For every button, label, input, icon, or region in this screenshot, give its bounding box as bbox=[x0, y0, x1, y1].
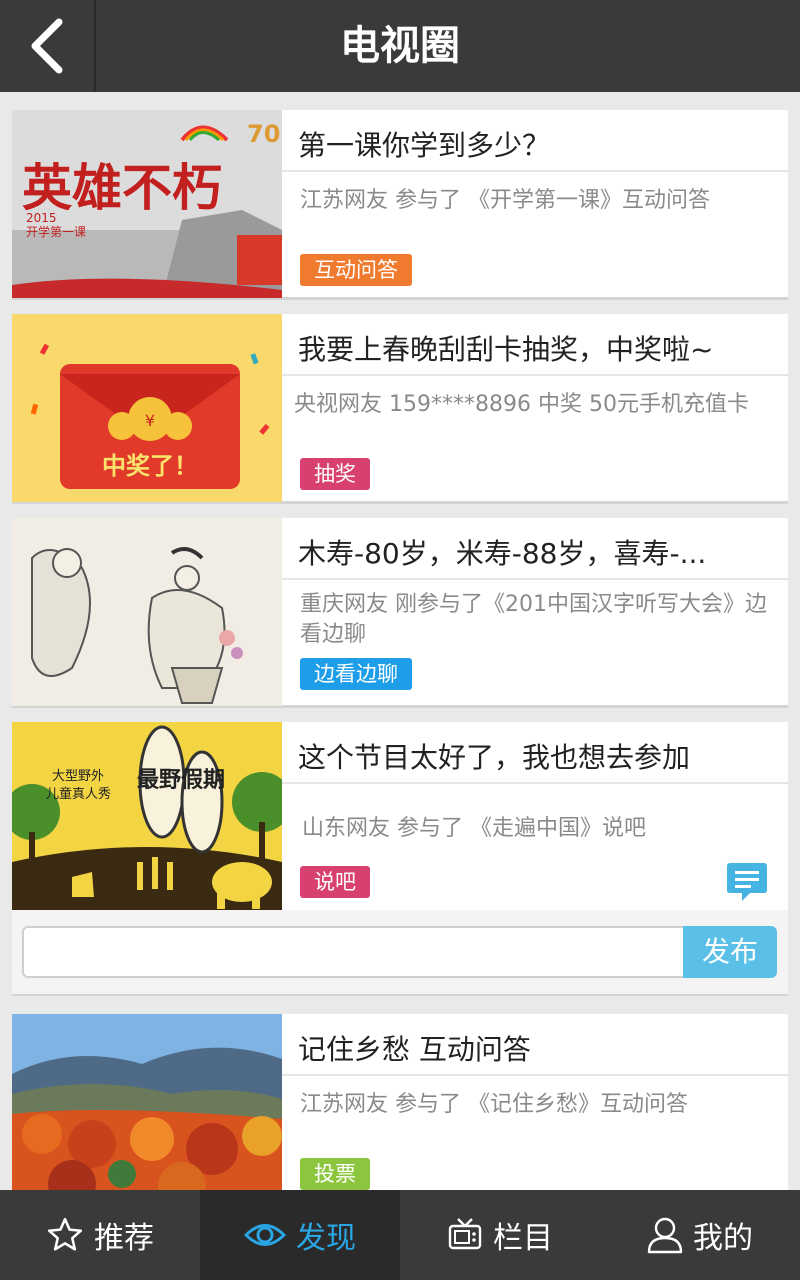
divider bbox=[282, 782, 788, 784]
category-tag[interactable]: 说吧 bbox=[300, 866, 370, 898]
card-description: 江苏网友 参与了 《开学第一课》互动问答 bbox=[300, 188, 710, 213]
top-bar: 电视圈 bbox=[0, 0, 800, 92]
bottom-nav: 推荐 发现 栏目 我的 bbox=[0, 1190, 800, 1280]
thumb-caption: 英雄不朽 bbox=[22, 158, 222, 217]
nav-label: 推荐 bbox=[94, 1221, 154, 1256]
card-title: 木寿-80岁，米寿-88岁，喜寿-... bbox=[298, 537, 707, 570]
svg-text:2015: 2015 bbox=[26, 211, 57, 225]
feed-card[interactable]: 木寿-80岁，米寿-88岁，喜寿-... 重庆网友 刚参与了《201中国汉字听写… bbox=[12, 518, 788, 708]
comment-bar: 发布 bbox=[12, 910, 788, 994]
card-title: 第一课你学到多少？ bbox=[298, 129, 551, 162]
svg-text:儿童真人秀: 儿童真人秀 bbox=[46, 786, 111, 802]
eye-icon bbox=[244, 1224, 286, 1246]
card-description: 山东网友 参与了 《走遍中国》说吧 bbox=[302, 816, 646, 841]
category-tag[interactable]: 互动问答 bbox=[300, 254, 412, 286]
nav-label: 我的 bbox=[693, 1221, 753, 1256]
category-tag[interactable]: 投票 bbox=[300, 1158, 370, 1190]
divider bbox=[282, 578, 788, 580]
svg-text:¥: ¥ bbox=[145, 411, 155, 430]
feed-card[interactable]: 英雄不朽 2015 开学第一课 70 第一课你学到多少？ 江苏网友 参与了 《开… bbox=[12, 110, 788, 300]
publish-button[interactable]: 发布 bbox=[683, 926, 777, 978]
page-title: 电视圈 bbox=[340, 23, 460, 69]
card-title: 我要上春晚刮刮卡抽奖，中奖啦~ bbox=[298, 333, 714, 366]
nav-item-recommend[interactable]: 推荐 bbox=[0, 1190, 200, 1280]
card-description: 央视网友 159****8896 中奖 50元手机充值卡 bbox=[294, 392, 749, 417]
comment-input[interactable] bbox=[22, 926, 686, 978]
feed-card[interactable]: 最野假期 大型野外 儿童真人秀 这个节目太好了，我也想去参加 山东网友 参与了 … bbox=[12, 722, 788, 996]
star-icon bbox=[47, 1217, 83, 1251]
nav-item-mine[interactable]: 我的 bbox=[600, 1190, 800, 1280]
card-title: 这个节目太好了，我也想去参加 bbox=[298, 741, 691, 774]
nav-item-columns[interactable]: 栏目 bbox=[400, 1190, 600, 1280]
thumbnail-image bbox=[12, 518, 282, 706]
thumbnail-image: 最野假期 大型野外 儿童真人秀 bbox=[12, 722, 282, 910]
comment-icon[interactable] bbox=[726, 860, 768, 904]
thumbnail-image: 英雄不朽 2015 开学第一课 70 bbox=[12, 110, 282, 298]
feed-card[interactable]: ¥ 中奖了！ 我要上春晚刮刮卡抽奖，中奖啦~ 央视网友 159****8896 … bbox=[12, 314, 788, 504]
thumb-caption: 中奖了！ bbox=[102, 452, 198, 480]
svg-text:开学第一课: 开学第一课 bbox=[26, 224, 86, 239]
svg-text:70: 70 bbox=[247, 120, 280, 148]
category-tag[interactable]: 抽奖 bbox=[300, 458, 370, 490]
thumb-caption: 最野假期 bbox=[137, 768, 225, 793]
card-description: 重庆网友 刚参与了《201中国汉字听写大会》边看边聊 bbox=[300, 592, 767, 647]
card-title: 记住乡愁 互动问答 bbox=[298, 1033, 531, 1066]
thumbnail-image bbox=[12, 1014, 282, 1202]
card-description: 江苏网友 参与了 《记住乡愁》互动问答 bbox=[300, 1092, 688, 1117]
nav-label: 发现 bbox=[296, 1221, 356, 1256]
divider bbox=[282, 170, 788, 172]
feed-card[interactable]: 记住乡愁 互动问答 江苏网友 参与了 《记住乡愁》互动问答 投票 bbox=[12, 1014, 788, 1204]
category-tag[interactable]: 边看边聊 bbox=[300, 658, 412, 690]
user-icon bbox=[647, 1217, 683, 1254]
nav-item-discover[interactable]: 发现 bbox=[200, 1190, 400, 1280]
svg-text:大型野外: 大型野外 bbox=[52, 769, 104, 784]
divider bbox=[282, 374, 788, 376]
tv-icon bbox=[448, 1218, 482, 1250]
divider bbox=[282, 1074, 788, 1076]
thumbnail-image: ¥ 中奖了！ bbox=[12, 314, 282, 502]
nav-label: 栏目 bbox=[493, 1221, 553, 1256]
